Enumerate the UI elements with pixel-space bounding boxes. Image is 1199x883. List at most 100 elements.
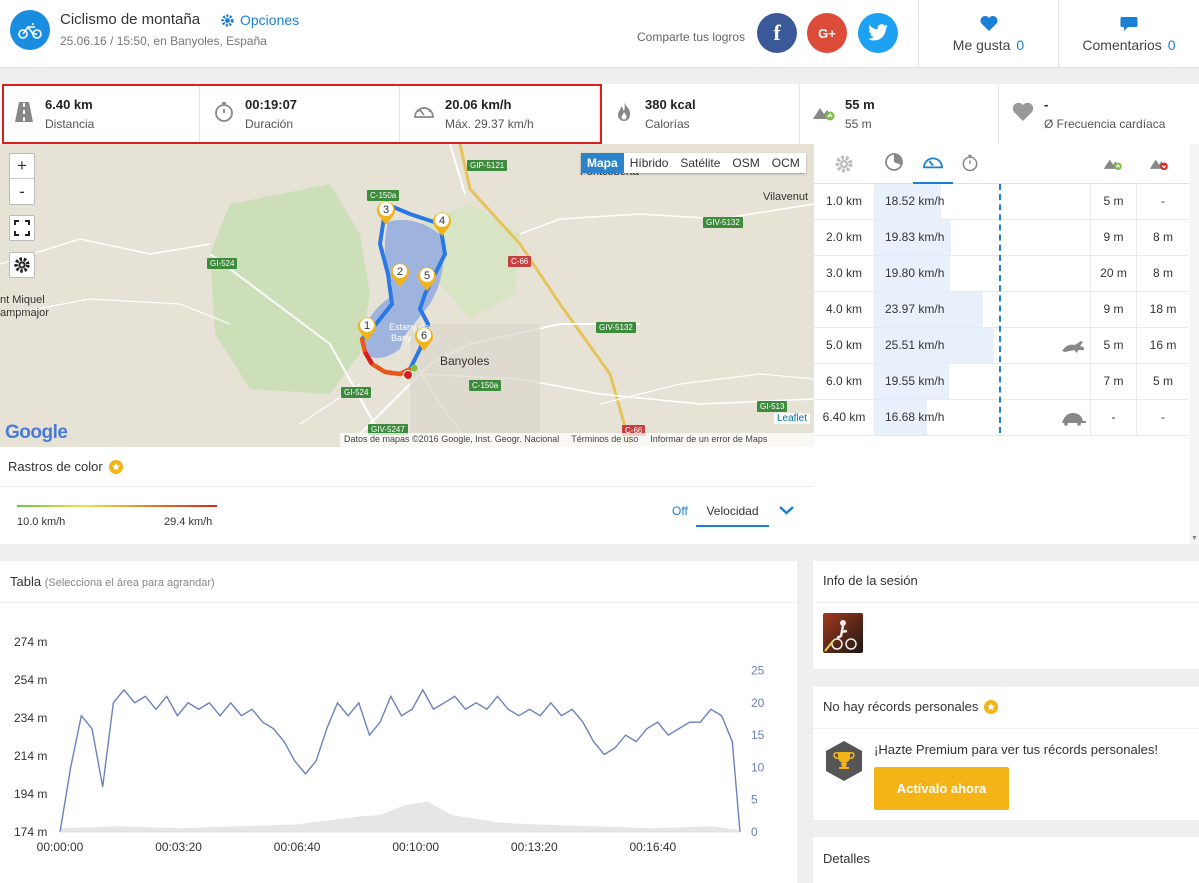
elevation-up-icon[interactable] xyxy=(1102,153,1124,173)
fullscreen-icon xyxy=(14,220,30,236)
column-divider xyxy=(874,184,875,219)
tab-hibrido[interactable]: Híbrido xyxy=(624,153,675,173)
flame-icon xyxy=(618,102,631,121)
km-marker[interactable]: 1 xyxy=(356,314,378,345)
km-marker[interactable]: 5 xyxy=(416,264,438,295)
share-text: Comparte tus logros xyxy=(637,30,746,44)
cycling-icon xyxy=(10,10,50,50)
column-divider xyxy=(874,364,875,399)
report-error-link[interactable]: Informar de un error de Maps xyxy=(650,434,767,446)
split-speed: 19.83 km/h xyxy=(885,230,945,244)
map-settings-button[interactable] xyxy=(9,252,35,278)
fullscreen-button[interactable] xyxy=(9,215,35,241)
chart-plot[interactable]: 274 m 254 m 234 m 214 m 194 m 174 m 25 20 15 10 5 0… xyxy=(0,621,797,883)
activity-header: Ciclismo de montaña Opciones 25.06.16 / … xyxy=(0,0,1199,68)
splits-scrollbar[interactable]: ▼ xyxy=(1190,144,1199,544)
svg-text:6: 6 xyxy=(421,330,427,342)
split-ascent: 9 m xyxy=(1103,302,1124,316)
stat-heart-rate: - Ø Frecuencia cardíaca xyxy=(999,84,1199,144)
km-marker[interactable]: 2 xyxy=(389,260,411,291)
tab-speed[interactable] xyxy=(913,144,953,184)
split-row[interactable]: 5.0 km 25.51 km/h 5 m 16 m xyxy=(814,328,1189,364)
tracks-velocity-option[interactable]: Velocidad xyxy=(696,496,769,527)
map-canvas[interactable] xyxy=(0,144,814,447)
road-label: GIP-5121 xyxy=(467,160,508,171)
elevation-speed-chart[interactable]: Tabla (Selecciona el área para agrandar)… xyxy=(0,561,797,883)
split-ascent: 7 m xyxy=(1103,374,1124,388)
activate-premium-button[interactable]: Actívalo ahora xyxy=(874,767,1009,810)
leaflet-link[interactable]: Leaflet xyxy=(774,413,811,424)
tab-satelite[interactable]: Satélite xyxy=(674,153,726,173)
km-marker[interactable]: 3 xyxy=(375,198,397,229)
tracks-off-option[interactable]: Off xyxy=(672,504,688,518)
split-row[interactable]: 6.0 km 19.55 km/h 7 m 5 m xyxy=(814,364,1189,400)
color-tracks-header: Rastros de color xyxy=(8,459,123,474)
y-axis-label: 254 m xyxy=(14,673,47,687)
route-map[interactable]: Fontcoberta Vilavenut nt Miquel ampmajor… xyxy=(0,144,814,447)
elevation-down-icon[interactable] xyxy=(1148,153,1170,173)
column-divider xyxy=(874,400,875,435)
svg-text:2: 2 xyxy=(397,266,403,278)
chart-hint: (Selecciona el área para agrandar) xyxy=(44,577,215,589)
zoom-in-button[interactable]: + xyxy=(10,154,34,179)
split-row[interactable]: 6.40 km 16.68 km/h - - xyxy=(814,400,1189,436)
stopwatch-icon[interactable] xyxy=(960,152,980,174)
road-label: GI-513 xyxy=(757,401,788,412)
zoom-out-button[interactable]: - xyxy=(10,179,34,204)
stat-calories: 380 kcal Calorías xyxy=(600,84,800,144)
y-axis-label: 194 m xyxy=(14,787,47,801)
place-label: Banyoles xyxy=(440,354,490,368)
tab-ocm[interactable]: OCM xyxy=(766,153,806,173)
legend-min: 10.0 km/h xyxy=(17,516,66,528)
km-marker[interactable]: 6 xyxy=(413,324,435,355)
cyclist-photo-icon[interactable] xyxy=(823,613,863,653)
split-speed: 25.51 km/h xyxy=(885,338,945,352)
tab-osm[interactable]: OSM xyxy=(726,153,765,173)
options-link[interactable]: Opciones xyxy=(220,12,299,28)
facebook-button[interactable]: f xyxy=(757,13,797,53)
start-marker xyxy=(410,364,418,372)
stat-label: 55 m xyxy=(845,117,872,131)
likes-label: Me gusta xyxy=(952,37,1011,53)
like-button[interactable]: Me gusta 0 xyxy=(919,0,1058,68)
tab-mapa[interactable]: Mapa xyxy=(581,153,624,173)
comment-button[interactable]: Comentarios 0 xyxy=(1059,0,1199,68)
average-speed-line xyxy=(999,184,1001,433)
google-logo: Google xyxy=(5,422,68,443)
y-axis-label: 174 m xyxy=(14,825,47,839)
gear-icon[interactable] xyxy=(834,154,854,174)
chart-header: Tabla (Selecciona el área para agrandar) xyxy=(10,574,215,589)
map-attribution: Datos de mapas ©2016 Google, Inst. Geogr… xyxy=(340,433,814,447)
chevron-down-icon[interactable] xyxy=(778,504,795,516)
y2-axis-label: 0 xyxy=(751,825,758,839)
pace-icon[interactable] xyxy=(884,152,904,172)
svg-text:3: 3 xyxy=(383,204,389,216)
premium-star-icon xyxy=(984,699,999,714)
twitter-button[interactable] xyxy=(858,13,898,53)
legend-max: 29.4 km/h xyxy=(164,516,213,528)
split-distance: 4.0 km xyxy=(825,302,862,316)
stat-elevation: 55 m 55 m xyxy=(800,84,999,144)
split-row[interactable]: 4.0 km 23.97 km/h 9 m 18 m xyxy=(814,292,1189,328)
terms-link[interactable]: Términos de uso xyxy=(571,434,638,446)
y2-axis-label: 20 xyxy=(751,696,765,710)
place-label: Bany xyxy=(391,333,412,343)
split-descent: 16 m xyxy=(1149,338,1177,352)
split-speed: 19.80 km/h xyxy=(885,266,945,280)
split-descent: 5 m xyxy=(1152,374,1173,388)
svg-text:1: 1 xyxy=(364,320,370,332)
google-plus-button[interactable]: G+ xyxy=(807,13,847,53)
km-marker[interactable]: 4 xyxy=(431,209,453,240)
split-row[interactable]: 2.0 km 19.83 km/h 9 m 8 m xyxy=(814,220,1189,256)
split-row[interactable]: 1.0 km 18.52 km/h 5 m - xyxy=(814,184,1189,220)
road-label: GI-524 xyxy=(341,387,372,398)
split-row[interactable]: 3.0 km 19.80 km/h 20 m 8 m xyxy=(814,256,1189,292)
split-distance: 6.0 km xyxy=(825,374,862,388)
split-descent: - xyxy=(1161,194,1165,208)
road-label: GIV-5132 xyxy=(596,322,636,333)
session-info-panel: Info de la sesión xyxy=(813,561,1199,669)
road-label: GI-524 xyxy=(207,258,238,269)
split-speed: 23.97 km/h xyxy=(885,302,945,316)
split-speed: 18.52 km/h xyxy=(885,194,945,208)
place-label: nt Miquel xyxy=(0,294,45,306)
